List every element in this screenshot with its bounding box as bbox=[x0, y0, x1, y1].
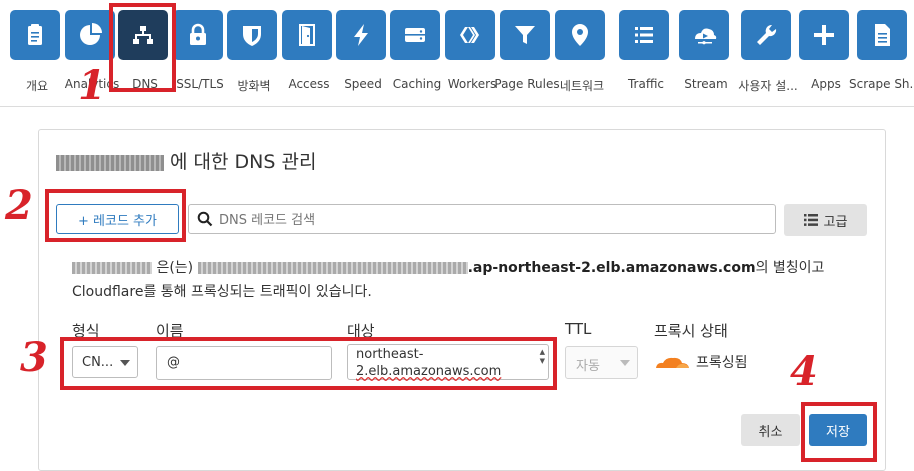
plus-icon bbox=[814, 25, 834, 45]
annotation-box-add-record bbox=[45, 189, 186, 242]
list-icon bbox=[803, 214, 818, 226]
workers-icon bbox=[460, 27, 479, 43]
nav-item-11[interactable]: Traffic bbox=[619, 0, 673, 104]
cancel-button[interactable]: 취소 bbox=[741, 414, 800, 446]
drive-icon bbox=[405, 28, 425, 42]
record-info-text: 은(는) .ap-northeast-2.elb.amazonaws.com의 … bbox=[72, 260, 825, 300]
nav-tile[interactable] bbox=[799, 10, 849, 60]
proxy-status-toggle[interactable]: 프록싱됨 bbox=[654, 352, 748, 372]
wrench-icon bbox=[757, 24, 777, 45]
lock-icon bbox=[190, 23, 206, 45]
annotation-number-3: 3 bbox=[20, 334, 48, 381]
nav-item-13[interactable]: 사용자 설... bbox=[738, 0, 798, 104]
nav-tile[interactable] bbox=[282, 10, 332, 60]
door-icon bbox=[299, 24, 315, 46]
annotation-box-save bbox=[801, 402, 877, 462]
ttl-column-label: TTL bbox=[565, 320, 592, 338]
nav-tile[interactable] bbox=[679, 10, 729, 60]
nav-item-12[interactable]: Stream bbox=[679, 0, 733, 104]
ttl-select[interactable]: 자동 bbox=[565, 346, 638, 379]
nav-item-7[interactable]: Caching bbox=[390, 0, 444, 104]
search-icon bbox=[197, 211, 213, 227]
cloud-play-icon bbox=[695, 28, 717, 45]
nav-item-4[interactable]: 방화벽 bbox=[227, 0, 281, 104]
nav-tile[interactable] bbox=[65, 10, 115, 60]
nav-item-9[interactable]: Page Rules bbox=[494, 0, 560, 104]
nav-tile[interactable] bbox=[10, 10, 60, 60]
nav-tile[interactable] bbox=[445, 10, 495, 60]
nav-item-14[interactable]: Apps bbox=[799, 0, 853, 104]
nav-tile[interactable] bbox=[741, 10, 791, 60]
nav-tile[interactable] bbox=[555, 10, 605, 60]
redacted-host bbox=[197, 262, 468, 274]
nav-tile[interactable] bbox=[173, 10, 223, 60]
page-title: 에 대한 DNS 관리 bbox=[56, 147, 316, 174]
nav-tile[interactable] bbox=[227, 10, 277, 60]
proxy-column-label: 프록시 상태 bbox=[654, 322, 728, 340]
filter-icon bbox=[515, 26, 535, 44]
nav-tile[interactable] bbox=[857, 10, 907, 60]
chevron-down-icon bbox=[620, 360, 630, 366]
nav-item-15[interactable]: Scrape Sh... bbox=[849, 0, 914, 104]
nav-label: Stream bbox=[684, 77, 728, 91]
nav-label: Scrape Sh... bbox=[849, 77, 914, 91]
location-pin-icon bbox=[572, 24, 588, 46]
dns-search-box[interactable] bbox=[188, 204, 776, 234]
annotation-number-2: 2 bbox=[5, 182, 33, 229]
annotation-box-dns bbox=[109, 3, 176, 92]
annotation-number-4: 4 bbox=[790, 348, 818, 395]
clipboard-icon bbox=[28, 24, 42, 45]
nav-item-10[interactable]: 네트워크 bbox=[555, 0, 609, 104]
nav-tile[interactable] bbox=[619, 10, 669, 60]
lightning-icon bbox=[354, 24, 368, 46]
annotation-number-1: 1 bbox=[78, 62, 106, 109]
pie-chart-icon bbox=[80, 23, 102, 45]
nav-label: 네트워크 bbox=[559, 79, 605, 93]
annotation-box-record-fields bbox=[60, 337, 557, 390]
redacted-domain bbox=[56, 154, 164, 171]
nav-tile[interactable] bbox=[390, 10, 440, 60]
advanced-button[interactable]: 고급 bbox=[784, 204, 867, 236]
list-icon bbox=[635, 27, 653, 43]
nav-tile[interactable] bbox=[500, 10, 550, 60]
cloud-icon bbox=[656, 357, 689, 368]
nav-item-0[interactable]: 개요 bbox=[10, 0, 64, 104]
shield-icon bbox=[243, 26, 261, 46]
redacted-record bbox=[72, 262, 152, 274]
nav-item-8[interactable]: Workers bbox=[445, 0, 499, 104]
search-input[interactable] bbox=[217, 210, 761, 230]
nav-tile[interactable] bbox=[336, 10, 386, 60]
document-icon bbox=[875, 24, 890, 46]
